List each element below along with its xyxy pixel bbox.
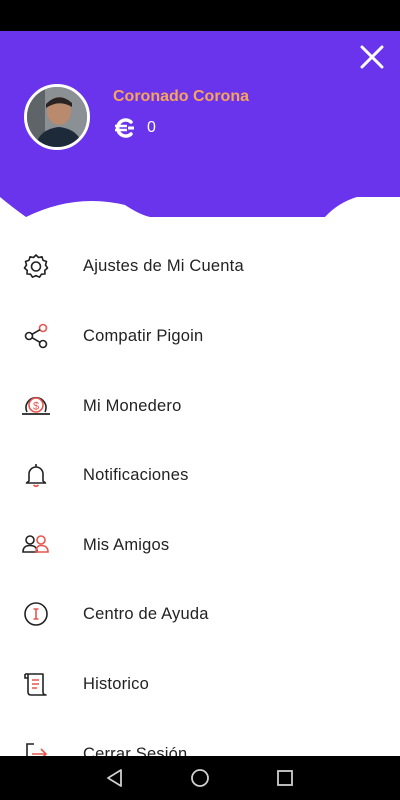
system-nav-bar [0,756,400,800]
menu-item-label: Ajustes de Mi Cuenta [83,256,244,275]
header-wave [0,197,400,217]
help-icon [21,599,51,629]
history-icon [21,669,51,699]
status-bar [0,0,400,31]
bell-icon [21,460,51,490]
menu-item-label: Notificaciones [83,465,189,484]
close-icon[interactable] [358,43,386,71]
menu-item-history[interactable]: Historico [0,656,400,712]
svg-text:$: $ [33,401,39,413]
coin-count: 0 [147,119,156,136]
menu-item-notifications[interactable]: Notificaciones [0,447,400,503]
avatar[interactable] [24,84,90,150]
menu-item-wallet[interactable]: $ Mi Monedero [0,378,400,434]
menu-item-label: Historico [83,674,149,693]
recents-icon[interactable] [273,766,297,790]
menu-item-share[interactable]: Compatir Pigoin [0,308,400,364]
home-icon[interactable] [188,766,212,790]
menu-item-help-center[interactable]: Centro de Ayuda [0,586,400,642]
menu-item-label: Compatir Pigoin [83,326,204,345]
menu-item-label: Mi Monedero [83,396,182,415]
user-name: Coronado Corona [113,88,249,105]
menu-item-label: Mis Amigos [83,535,170,554]
back-icon[interactable] [103,766,127,790]
wallet-icon: $ [21,391,51,421]
menu-item-label: Centro de Ayuda [83,604,209,623]
gear-icon [21,251,51,281]
menu-item-friends[interactable]: Mis Amigos [0,517,400,573]
friends-icon [21,530,51,560]
menu-item-account-settings[interactable]: Ajustes de Mi Cuenta [0,238,400,294]
coin-icon [115,118,134,138]
coin-balance: 0 [113,115,156,141]
avatar-photo [27,87,87,147]
share-icon [21,321,51,351]
drawer-header: Coronado Corona 0 [0,31,400,217]
